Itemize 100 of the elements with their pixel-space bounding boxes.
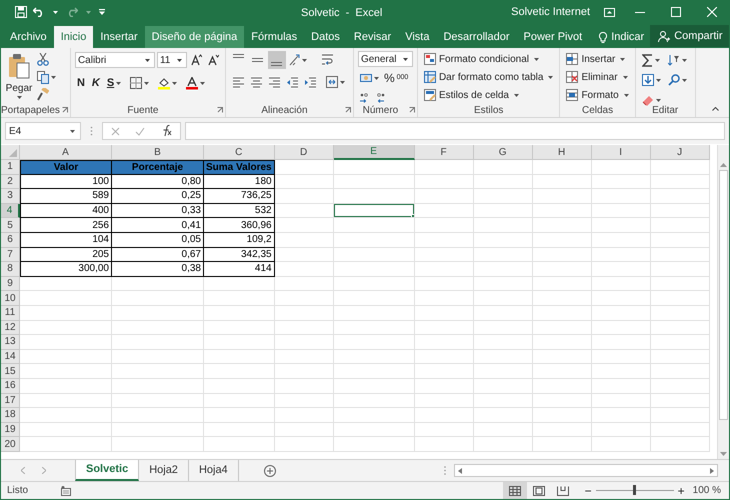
row-header[interactable]: 10 <box>1 291 20 306</box>
table-cell: 0,80 <box>112 174 204 190</box>
dialog-launcher-icon[interactable] <box>408 107 415 113</box>
borders-icon <box>130 77 142 89</box>
ribbon-tab[interactable]: Power Pivot <box>516 26 590 48</box>
ribbon-tab[interactable]: Vista <box>398 26 436 48</box>
caret-icon <box>682 58 687 62</box>
row-header[interactable]: 18 <box>1 408 20 423</box>
row-header[interactable]: 11 <box>1 306 20 321</box>
number-format-field[interactable]: General <box>358 51 413 67</box>
merge-center-icon <box>326 76 338 88</box>
share-button[interactable]: Compartir <box>650 25 729 47</box>
bold-button[interactable]: N <box>74 74 87 92</box>
close-icon[interactable] <box>707 7 717 17</box>
row-header[interactable]: 8 <box>1 262 20 277</box>
row-header[interactable]: 16 <box>1 378 20 394</box>
column-header[interactable]: C <box>204 145 275 160</box>
dialog-launcher-icon[interactable] <box>344 107 351 113</box>
row-header[interactable]: 12 <box>1 320 20 336</box>
cell-styles-button[interactable]: Estilos de celda <box>424 87 556 103</box>
column-header[interactable]: D <box>274 145 334 160</box>
ribbon-tab[interactable]: Datos <box>304 26 347 48</box>
save-icon[interactable] <box>15 6 27 18</box>
table-cell: 0,41 <box>112 218 204 233</box>
row-header[interactable]: 5 <box>1 218 20 233</box>
row-header[interactable]: 4 <box>1 204 20 218</box>
row-header[interactable]: 20 <box>1 437 20 452</box>
sheet-tab[interactable]: Solvetic <box>75 460 140 481</box>
percent-button[interactable]: % <box>382 69 396 87</box>
collapse-ribbon-icon[interactable] <box>712 107 719 111</box>
format-cells-button[interactable]: Formato <box>566 87 631 103</box>
zoom-in-button[interactable]: + <box>678 484 685 496</box>
dialog-launcher-icon[interactable] <box>62 107 68 113</box>
row-header[interactable]: 9 <box>1 276 20 292</box>
row-header[interactable]: 13 <box>1 335 20 350</box>
column-header[interactable]: E <box>334 145 415 160</box>
zoom-out-button[interactable]: − <box>584 484 592 496</box>
customize-icon[interactable] <box>99 9 105 15</box>
ribbon-tab[interactable]: Diseño de página <box>144 26 244 48</box>
column-header[interactable]: A <box>20 145 112 160</box>
sort-filter-icon <box>668 54 680 66</box>
horizontal-scrollbar[interactable] <box>454 464 718 477</box>
caret-icon <box>514 94 519 96</box>
normal-view-button[interactable] <box>502 482 527 499</box>
italic-button[interactable]: K <box>90 74 102 92</box>
row-header[interactable]: 15 <box>1 364 20 379</box>
column-header[interactable]: J <box>650 145 710 160</box>
font-name-field[interactable]: Calibri <box>74 52 155 68</box>
row-header[interactable]: 14 <box>1 350 20 364</box>
ribbon-tab[interactable]: Revisar <box>346 26 398 48</box>
paste-button[interactable]: Pegar <box>5 51 33 103</box>
row-header[interactable]: 1 <box>1 160 20 175</box>
row-header[interactable]: 17 <box>1 394 20 408</box>
row-header[interactable]: 3 <box>1 189 20 204</box>
insert-cells-button[interactable]: Insertar <box>566 51 631 67</box>
copy-icon <box>37 70 49 84</box>
caret-icon <box>176 58 182 62</box>
column-header[interactable]: F <box>414 145 474 160</box>
ribbon-tab[interactable]: Inicio <box>54 26 94 48</box>
ribbon-tab[interactable]: Fórmulas <box>244 26 304 48</box>
name-box[interactable]: E4 <box>5 122 81 140</box>
row-header[interactable]: 19 <box>1 422 20 438</box>
font-size-field[interactable]: 11 <box>156 52 187 68</box>
ribbon-tab[interactable]: Desarrollador <box>436 26 516 48</box>
scroll-left-icon[interactable] <box>458 468 462 474</box>
macro-recording-icon[interactable] <box>61 486 72 496</box>
scroll-right-icon[interactable] <box>710 468 714 474</box>
delete-cells-button[interactable]: Eliminar <box>566 69 631 85</box>
row-header[interactable]: 6 <box>1 232 20 248</box>
add-sheet-icon[interactable] <box>264 464 276 476</box>
currency-icon <box>360 72 372 84</box>
column-header[interactable]: G <box>474 145 533 160</box>
column-header[interactable]: H <box>532 145 592 160</box>
tell-me-button[interactable]: Indicar <box>593 26 650 48</box>
group-label: Estilos <box>474 104 504 118</box>
maximize-icon[interactable] <box>671 7 681 17</box>
dialog-launcher-icon[interactable] <box>216 107 223 113</box>
ribbon-tab[interactable]: Insertar <box>93 26 145 48</box>
formula-input[interactable] <box>185 122 725 140</box>
group-label: Portapapeles <box>1 104 60 118</box>
ribbon-tab[interactable]: Archivo <box>3 26 54 48</box>
underline-button[interactable]: S <box>104 74 126 92</box>
table-cell: 414 <box>204 262 275 277</box>
format-as-table-button[interactable]: Dar formato como tabla <box>424 69 556 85</box>
caret-icon <box>116 82 122 84</box>
column-title-cell: Valor <box>20 160 112 175</box>
cells-icon <box>566 53 578 65</box>
ribbon-display-icon[interactable] <box>604 8 615 16</box>
align-lines-icon <box>252 58 264 62</box>
undo-icon[interactable] <box>33 7 45 17</box>
vertical-align-button[interactable] <box>268 51 286 69</box>
row-header[interactable]: 2 <box>1 174 20 190</box>
active-cell[interactable] <box>334 204 414 218</box>
conditional-format-button[interactable]: Formato condicional <box>424 51 556 67</box>
column-header[interactable]: B <box>112 145 204 160</box>
row-header[interactable]: 7 <box>1 248 20 262</box>
column-header[interactable]: I <box>592 145 651 160</box>
zoom-slider[interactable] <box>633 485 636 495</box>
zoom-level[interactable]: 100 % <box>692 483 721 498</box>
align-lines-icon <box>233 54 244 58</box>
